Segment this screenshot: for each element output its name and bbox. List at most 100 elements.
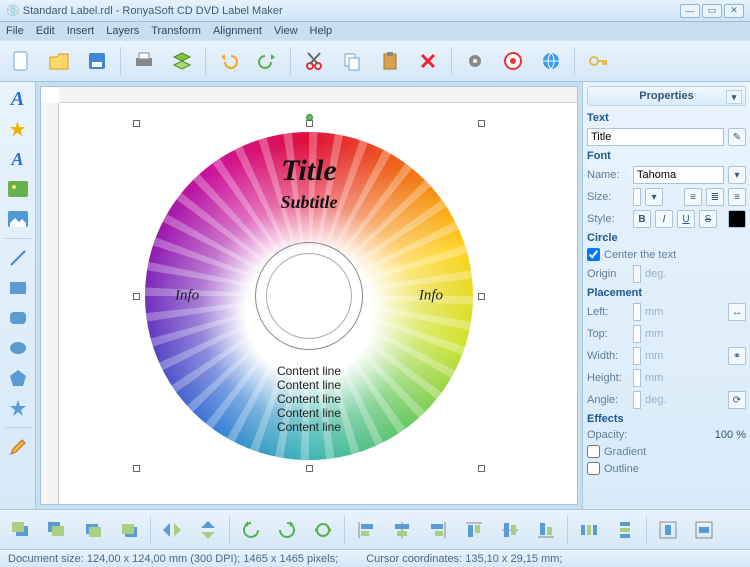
rotate-180-button[interactable] (308, 516, 338, 544)
disc-info-left[interactable]: Info (175, 287, 199, 304)
center-h-page-button[interactable] (653, 516, 683, 544)
minimize-button[interactable]: — (680, 4, 700, 18)
star-tool[interactable] (4, 395, 32, 421)
copy-button[interactable] (337, 46, 367, 76)
disc-title[interactable]: Title (145, 154, 473, 188)
font-color-swatch[interactable] (728, 210, 746, 228)
align-center-v-button[interactable] (495, 516, 525, 544)
close-button[interactable]: ✕ (724, 4, 744, 18)
gradient-checkbox[interactable] (587, 445, 600, 458)
top-input[interactable] (633, 325, 641, 343)
disc-info-right[interactable]: Info (419, 287, 443, 304)
align-left-icon[interactable]: ≡ (684, 188, 702, 206)
redo-button[interactable] (252, 46, 282, 76)
delete-button[interactable] (413, 46, 443, 76)
rotate-ccw-button[interactable] (236, 516, 266, 544)
underline-button[interactable]: U (677, 210, 695, 228)
disc-label[interactable]: Title Subtitle Info Info Content line Co… (145, 132, 473, 460)
selection-handle[interactable] (478, 465, 485, 472)
font-name-select[interactable] (633, 166, 724, 184)
new-button[interactable] (6, 46, 36, 76)
circular-text-tool[interactable]: A (4, 146, 32, 172)
panel-dropdown-icon[interactable]: ▾ (726, 90, 742, 104)
align-right-button[interactable] (423, 516, 453, 544)
menu-transform[interactable]: Transform (151, 25, 201, 37)
placement-icon[interactable]: ↔ (728, 303, 746, 321)
paste-button[interactable] (375, 46, 405, 76)
selection-handle[interactable] (478, 120, 485, 127)
polygon-tool[interactable] (4, 365, 32, 391)
center-v-page-button[interactable] (689, 516, 719, 544)
align-left-button[interactable] (351, 516, 381, 544)
bring-front-button[interactable] (6, 516, 36, 544)
key-button[interactable] (583, 46, 613, 76)
label-canvas[interactable]: Title Subtitle Info Info Content line Co… (119, 106, 499, 486)
text-tool[interactable]: A (4, 86, 32, 112)
cut-button[interactable] (299, 46, 329, 76)
roundrect-tool[interactable] (4, 305, 32, 331)
italic-button[interactable]: I (655, 210, 673, 228)
web-button[interactable] (536, 46, 566, 76)
ellipse-tool[interactable] (4, 335, 32, 361)
rect-tool[interactable] (4, 275, 32, 301)
canvas-area[interactable]: Title Subtitle Info Info Content line Co… (40, 86, 578, 505)
menu-help[interactable]: Help (310, 25, 333, 37)
height-input[interactable] (633, 369, 641, 387)
flip-h-button[interactable] (157, 516, 187, 544)
lock-aspect-icon[interactable]: ⚭ (728, 347, 746, 365)
width-input[interactable] (633, 347, 641, 365)
strike-button[interactable]: S (699, 210, 717, 228)
distribute-v-button[interactable] (610, 516, 640, 544)
align-top-button[interactable] (459, 516, 489, 544)
selection-handle[interactable] (306, 465, 313, 472)
image2-tool[interactable] (4, 206, 32, 232)
help-button[interactable] (498, 46, 528, 76)
font-size-input[interactable] (633, 188, 641, 206)
menu-edit[interactable]: Edit (36, 25, 55, 37)
align-right-icon[interactable]: ≡ (728, 188, 746, 206)
maximize-button[interactable]: ▭ (702, 4, 722, 18)
undo-button[interactable] (214, 46, 244, 76)
align-bottom-button[interactable] (531, 516, 561, 544)
distribute-h-button[interactable] (574, 516, 604, 544)
image-tool[interactable] (4, 176, 32, 202)
menu-alignment[interactable]: Alignment (213, 25, 262, 37)
send-back-button[interactable] (42, 516, 72, 544)
dropdown-icon[interactable]: ▾ (645, 188, 663, 206)
menu-layers[interactable]: Layers (106, 25, 139, 37)
angle-input[interactable] (633, 391, 641, 409)
center-text-checkbox[interactable] (587, 248, 600, 261)
open-button[interactable] (44, 46, 74, 76)
dropdown-icon[interactable]: ▾ (728, 166, 746, 184)
rotation-handle[interactable] (306, 114, 313, 121)
selection-handle[interactable] (478, 293, 485, 300)
outline-checkbox[interactable] (587, 462, 600, 475)
flip-v-button[interactable] (193, 516, 223, 544)
selection-handle[interactable] (306, 120, 313, 127)
align-center-icon[interactable]: ≣ (706, 188, 724, 206)
selection-handle[interactable] (133, 120, 140, 127)
layers-button[interactable] (167, 46, 197, 76)
menu-insert[interactable]: Insert (67, 25, 95, 37)
left-input[interactable] (633, 303, 641, 321)
save-button[interactable] (82, 46, 112, 76)
disc-subtitle[interactable]: Subtitle (145, 192, 473, 213)
bold-button[interactable]: B (633, 210, 651, 228)
print-button[interactable] (129, 46, 159, 76)
menu-view[interactable]: View (274, 25, 298, 37)
align-center-h-button[interactable] (387, 516, 417, 544)
line-tool[interactable] (4, 245, 32, 271)
text-input[interactable] (587, 128, 724, 146)
selection-handle[interactable] (133, 293, 140, 300)
edit-text-icon[interactable]: ✎ (728, 128, 746, 146)
rotate-icon[interactable]: ⟳ (728, 391, 746, 409)
menu-file[interactable]: File (6, 25, 24, 37)
selection-handle[interactable] (133, 465, 140, 472)
settings-button[interactable] (460, 46, 490, 76)
disc-content-lines[interactable]: Content line Content line Content line C… (145, 364, 473, 434)
rotate-cw-button[interactable] (272, 516, 302, 544)
bring-forward-button[interactable] (78, 516, 108, 544)
pencil-tool[interactable] (4, 434, 32, 460)
send-backward-button[interactable] (114, 516, 144, 544)
favorite-tool[interactable]: ★ (4, 116, 32, 142)
